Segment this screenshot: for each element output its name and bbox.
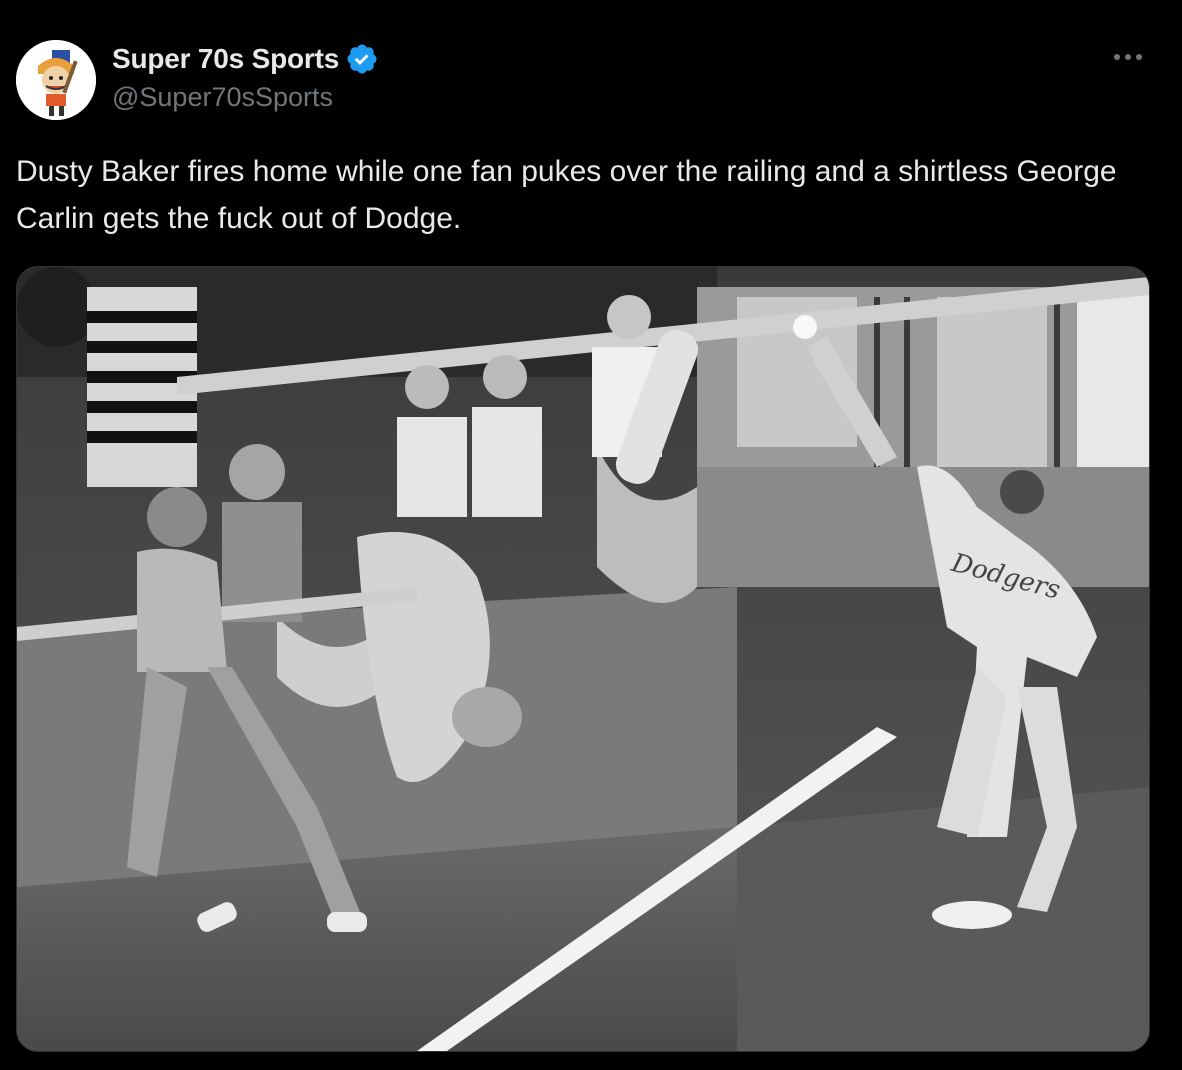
tweet-text: Dusty Baker fires home while one fan puk… [16,155,1117,235]
author-avatar[interactable] [16,40,96,120]
baseball-photo-illustration: Dodgers [17,267,1149,1051]
ellipsis-icon [1114,54,1142,60]
tweet-photo[interactable]: Dodgers [16,266,1150,1052]
author-display-name[interactable]: Super 70s Sports [112,43,339,75]
author-name-row: Super 70s Sports [112,40,379,78]
more-options-button[interactable] [1110,42,1146,72]
author-handle[interactable]: @Super70sSports [112,82,333,113]
cartoon-mascot-avatar-icon [16,40,96,120]
verified-badge-icon [345,42,379,76]
